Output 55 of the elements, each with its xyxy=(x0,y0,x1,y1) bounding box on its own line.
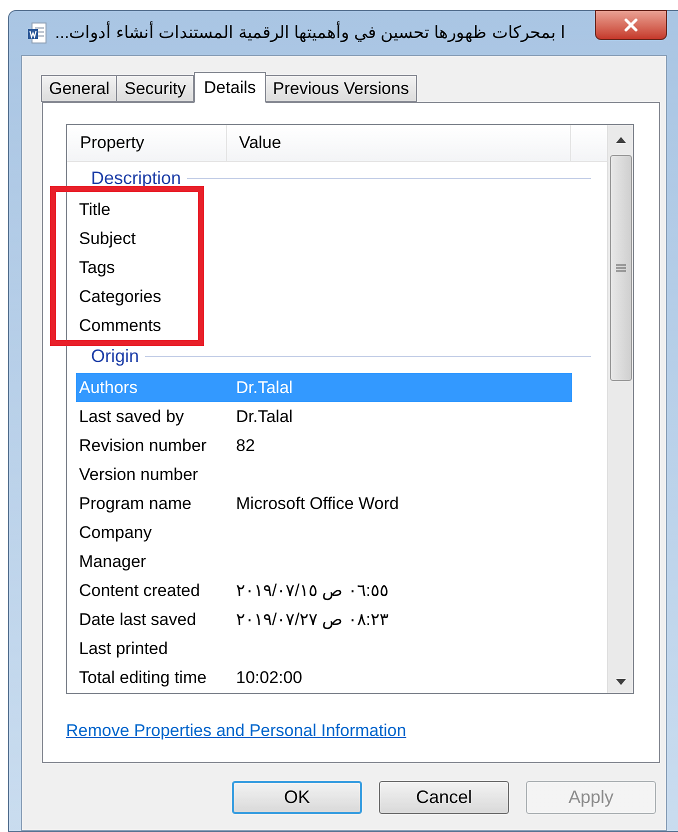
scrollbar[interactable] xyxy=(607,125,633,693)
property-value: Dr.Talal xyxy=(236,406,293,428)
group-heading: Description xyxy=(91,167,182,190)
property-value: 82 xyxy=(236,434,255,457)
property-name: Categories xyxy=(78,286,162,308)
property-value: ٠٦:٥٥ ص ٢٠١٩/٠٧/١٥ xyxy=(236,580,389,602)
tab[interactable]: Details xyxy=(194,72,266,103)
tab[interactable]: Previous Versions xyxy=(264,75,417,102)
property-value: Dr.Talal xyxy=(236,376,293,399)
window-title: ا بمحركات ظهورها تحسين في وأهميتها الرقمية المستندات أنشاء أدوات... xyxy=(55,20,566,44)
property-name: Date last saved xyxy=(78,608,198,631)
tab[interactable]: General xyxy=(41,75,118,102)
property-row[interactable]: Last saved by Dr.Talal xyxy=(76,402,572,431)
column-header[interactable]: Property xyxy=(67,125,227,161)
property-row[interactable]: Tags xyxy=(76,253,572,282)
property-row[interactable]: Manager xyxy=(76,547,572,576)
property-row[interactable]: Categories xyxy=(76,282,572,311)
property-row[interactable]: Program name Microsoft Office Word xyxy=(76,489,572,518)
property-name: Company xyxy=(78,522,153,544)
property-name: Last saved by xyxy=(78,406,185,428)
group-heading: Origin xyxy=(91,345,140,368)
property-row[interactable]: Version number xyxy=(76,460,572,489)
property-name: Manager xyxy=(78,550,148,573)
property-value: ٠٨:٢٣ ص ٢٠١٩/٠٧/٢٧ xyxy=(236,608,389,632)
column-header[interactable]: Value xyxy=(227,125,571,161)
property-row[interactable]: Total editing time 10:02:00 xyxy=(76,663,572,692)
document-icon xyxy=(27,22,47,44)
property-value: 10:02:00 xyxy=(236,666,302,689)
property-row[interactable]: Subject xyxy=(76,224,572,253)
property-name: Program name xyxy=(78,492,192,515)
property-name: Subject xyxy=(78,228,137,250)
scroll-thumb[interactable] xyxy=(610,155,632,381)
property-name: Title xyxy=(78,198,112,221)
property-row[interactable]: Title xyxy=(76,195,572,224)
close-button[interactable] xyxy=(595,10,667,40)
scroll-down-icon[interactable] xyxy=(616,679,626,685)
tab[interactable]: Security xyxy=(116,75,194,102)
property-row[interactable]: Last printed xyxy=(76,634,572,663)
property-row[interactable]: Comments xyxy=(76,311,572,340)
property-row[interactable]: Revision number 82 xyxy=(76,431,572,460)
dialog-button[interactable]: Cancel xyxy=(379,781,509,814)
property-name: Revision number xyxy=(78,434,208,457)
scroll-up-icon[interactable] xyxy=(616,137,626,143)
remove-properties-link[interactable]: Remove Properties and Personal Information xyxy=(66,718,406,744)
grip-icon xyxy=(616,264,626,272)
property-row[interactable]: Company xyxy=(76,518,572,547)
property-value: Microsoft Office Word xyxy=(236,492,399,515)
property-name: Content created xyxy=(78,580,201,602)
property-name: Version number xyxy=(78,464,200,486)
property-name: Last printed xyxy=(78,638,169,660)
property-name: Comments xyxy=(78,314,162,337)
property-name: Authors xyxy=(78,376,139,399)
property-name: Tags xyxy=(78,256,116,279)
dialog-button[interactable]: OK xyxy=(232,781,362,814)
property-name: Total editing time xyxy=(78,666,208,689)
